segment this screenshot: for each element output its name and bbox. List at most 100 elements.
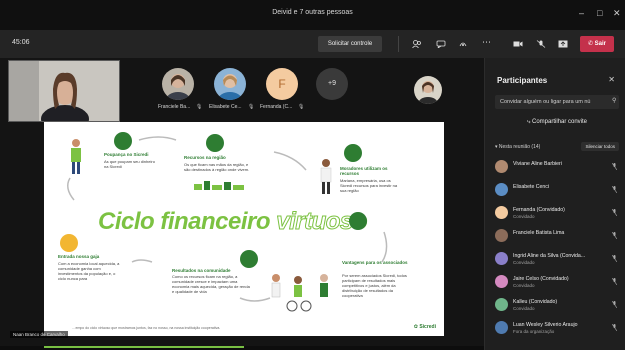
minimize-icon[interactable]: – [579, 8, 584, 18]
step-text: Com a economia local aquecida, a comunid… [58, 261, 120, 281]
leave-button[interactable]: ✆ Sair [580, 36, 614, 52]
participant-role: Convidado [513, 214, 535, 219]
share-invite-label: Compartilhar convite [532, 119, 588, 125]
leave-label: Sair [594, 41, 607, 47]
shared-slide: Poupança no Sicredi As que poupam seu di… [44, 122, 444, 336]
participant-avatar-initial[interactable]: F [266, 68, 298, 100]
avatar [495, 183, 508, 196]
step-text: Os que ficam nas mãos da região, e são d… [184, 162, 250, 172]
more-participants-badge[interactable]: +9 [316, 68, 348, 100]
participant-row[interactable]: Franciele Batista Lima [495, 227, 619, 245]
participant-row[interactable]: Kalleu (Convidado) Convidado [495, 296, 619, 314]
slide-footnote: …empo do ciclo virtuoso que mostramos ju… [72, 326, 221, 330]
presenter-label: Naan Branco de Carvalho [10, 331, 68, 338]
avatar [495, 206, 508, 219]
participant-row[interactable]: Ingrid Aline da Silva (Convida... Convid… [495, 250, 619, 268]
step-heading: Vantagens para os associados [342, 260, 408, 265]
microphone-off-icon [612, 232, 617, 239]
city-skyline-icon [194, 181, 244, 190]
store-icon [60, 234, 78, 252]
step-heading: Entrada nossa gaja [58, 254, 100, 259]
participant-row[interactable]: Viviane Aline Barbieri [495, 158, 619, 176]
meeting-toolbar: 45:06 Solicitar controle ⋯ ✆ Sair [0, 30, 625, 58]
participant-label: Franciele Ba... [158, 104, 191, 110]
community-people-illustration [271, 274, 328, 312]
close-icon[interactable]: ✕ [613, 8, 621, 19]
avatar [495, 252, 508, 265]
toolbar-divider [398, 36, 399, 52]
slide-title: Ciclo financeiro virtuoso [98, 208, 368, 236]
microphone-off-icon[interactable] [536, 40, 546, 48]
microphone-off-icon [612, 324, 617, 331]
progress-line [44, 346, 244, 348]
brand-logo: ✿ Sicredi [414, 324, 436, 330]
microphone-off-icon [612, 186, 617, 193]
reactions-icon[interactable] [458, 40, 468, 48]
participant-name: Franciele Batista Lima [513, 230, 565, 236]
mic-icon: 🎙 [248, 104, 255, 110]
close-panel-icon[interactable]: ✕ [608, 75, 615, 84]
step-heading: Moradores utilizam os recursos [340, 166, 388, 176]
microphone-off-icon [612, 301, 617, 308]
participants-icon[interactable] [412, 40, 422, 48]
avatar [495, 275, 508, 288]
step-text: Como os recursos ficam na região, a comu… [172, 274, 250, 294]
participant-role: Convidado [513, 306, 535, 311]
participant-name: Fernanda (Convidado) [513, 207, 565, 213]
person-figure [71, 139, 81, 174]
chat-icon[interactable] [436, 40, 446, 48]
participant-row[interactable]: Elisabete Cenci [495, 181, 619, 199]
step-text: As que poupam seu dinheiro na Sicredi [104, 159, 155, 169]
participant-avatar[interactable] [214, 68, 246, 100]
mute-all-button[interactable]: Silenciar todos [581, 142, 619, 151]
participant-row[interactable]: Luan Wesley Silverio Araujo Fora da orga… [495, 319, 619, 337]
participant-name: Luan Wesley Silverio Araujo [513, 322, 578, 328]
phone-icon: ✆ [587, 41, 595, 47]
handshake-icon [349, 212, 367, 230]
invite-input[interactable]: Convidar alguém ou ligar para um nú [495, 95, 619, 109]
maximize-icon[interactable]: □ [597, 8, 602, 18]
panel-title: Participantes [497, 76, 548, 85]
avatar [495, 298, 508, 311]
plant-icon [206, 134, 224, 152]
participant-label: Fernanda (C... [260, 104, 293, 110]
window-title: Deivid e 7 outras pessoas [272, 9, 353, 16]
chart-growth-icon [240, 250, 258, 268]
slide-title-part1: Ciclo financeiro [98, 208, 271, 235]
search-icon[interactable]: ⚲ [612, 97, 616, 104]
microphone-off-icon [612, 163, 617, 170]
participant-row[interactable]: Jaire Celso (Convidado) Convidado [495, 273, 619, 291]
video-feed-image [9, 61, 119, 121]
participant-avatar[interactable] [414, 76, 442, 104]
more-options-icon[interactable]: ⋯ [482, 37, 492, 47]
piggy-bank-icon [114, 132, 132, 150]
step-heading: Recursos na região [184, 155, 226, 160]
participant-row[interactable]: Fernanda (Convidado) Convidado [495, 204, 619, 222]
share-invite-button[interactable]: ⤷ Compartilhar convite [495, 116, 619, 129]
avatar [495, 321, 508, 334]
participant-name: Jaire Celso (Convidado) [513, 276, 569, 282]
participants-panel: Participantes ✕ Convidar alguém ou ligar… [484, 58, 625, 350]
request-control-button[interactable]: Solicitar controle [318, 36, 382, 52]
step-heading: Resultados na comunidade [172, 268, 231, 273]
participant-name: Viviane Aline Barbieri [513, 161, 562, 167]
participant-avatar[interactable] [162, 68, 194, 100]
participant-name: Kalleu (Convidado) [513, 299, 558, 305]
entrepreneur-figure [320, 159, 332, 194]
mic-icon: 🎙 [298, 104, 305, 110]
participant-role: Convidado [513, 283, 535, 288]
step-text: Por serem associados Sicredi, todos part… [342, 273, 407, 298]
participant-role: Convidado [513, 260, 535, 265]
bicycle-icon [344, 144, 362, 162]
step-heading: Poupança no Sicredi [104, 152, 149, 157]
call-timer: 45:06 [12, 39, 30, 46]
participant-name: Elisabete Cenci [513, 184, 550, 190]
camera-icon[interactable] [513, 40, 523, 48]
share-screen-icon[interactable] [558, 40, 568, 48]
avatar [495, 160, 508, 173]
self-video-tile[interactable] [8, 60, 120, 122]
step-text: Mariana, empresária, usa os Sicredi recu… [340, 178, 398, 193]
microphone-off-icon [612, 255, 617, 262]
in-meeting-section[interactable]: ▾ Nesta reunião (14) Silenciar todos [495, 142, 619, 154]
microphone-off-icon [612, 209, 617, 216]
